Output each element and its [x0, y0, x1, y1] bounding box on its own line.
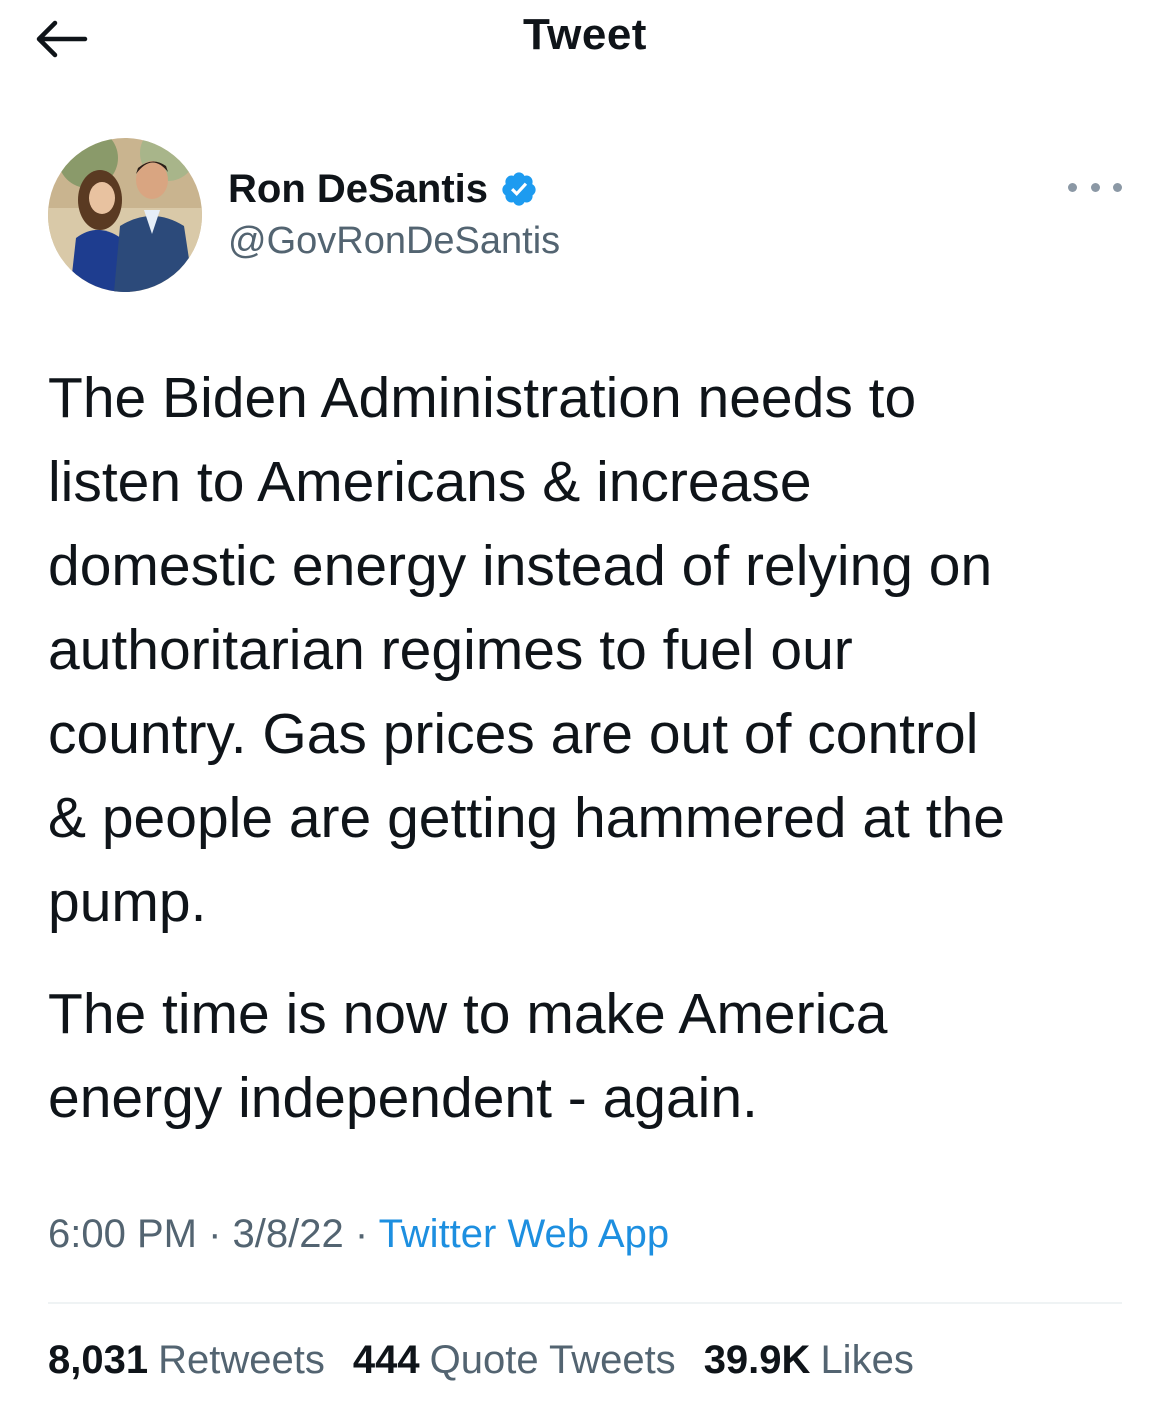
tweet-date[interactable]: 3/8/22 — [233, 1212, 344, 1256]
name-row: Ron DeSantis — [228, 164, 560, 214]
tweet-body: The Biden Administration needs to listen… — [48, 356, 1138, 1140]
retweets-stat[interactable]: 8,031 Retweets — [48, 1338, 325, 1383]
tweet-page: Tweet Ron DeSantis @GovRonDeSantis The B… — [0, 0, 1170, 1421]
tweet-meta: 6:00 PM · 3/8/22 · Twitter Web App — [48, 1212, 669, 1257]
quote-tweets-label: Quote Tweets — [429, 1338, 676, 1382]
avatar-photo — [48, 138, 202, 292]
ellipsis-icon — [1068, 182, 1077, 192]
top-bar: Tweet — [0, 0, 1170, 80]
quote-tweets-count: 444 — [352, 1338, 420, 1382]
page-title: Tweet — [523, 10, 647, 59]
tweet-paragraph: The time is now to make America energy i… — [48, 982, 888, 1130]
quote-tweets-stat[interactable]: 444 Quote Tweets — [353, 1338, 676, 1383]
author-info: Ron DeSantis @GovRonDeSantis — [228, 164, 560, 263]
likes-label: Likes — [820, 1338, 914, 1382]
meta-separator: · — [343, 1212, 379, 1256]
tweet-paragraph: The Biden Administration needs to listen… — [48, 366, 1005, 934]
retweets-label: Retweets — [158, 1338, 325, 1382]
likes-stat[interactable]: 39.9K Likes — [704, 1338, 914, 1383]
meta-separator: · — [196, 1212, 233, 1256]
tweet-stats: 8,031 Retweets 444 Quote Tweets 39.9K Likes — [48, 1338, 942, 1383]
verified-badge-icon — [502, 172, 536, 206]
likes-count: 39.9K — [703, 1338, 811, 1382]
retweets-count: 8,031 — [48, 1338, 149, 1382]
more-options-button[interactable] — [1068, 172, 1122, 202]
ellipsis-icon — [1090, 182, 1100, 192]
divider — [48, 1302, 1122, 1304]
avatar[interactable] — [48, 138, 202, 292]
tweet-source[interactable]: Twitter Web App — [379, 1212, 670, 1256]
user-handle[interactable]: @GovRonDeSantis — [228, 220, 560, 263]
ellipsis-icon — [1113, 182, 1122, 192]
display-name[interactable]: Ron DeSantis — [228, 167, 488, 212]
tweet-time[interactable]: 6:00 PM — [48, 1212, 197, 1256]
